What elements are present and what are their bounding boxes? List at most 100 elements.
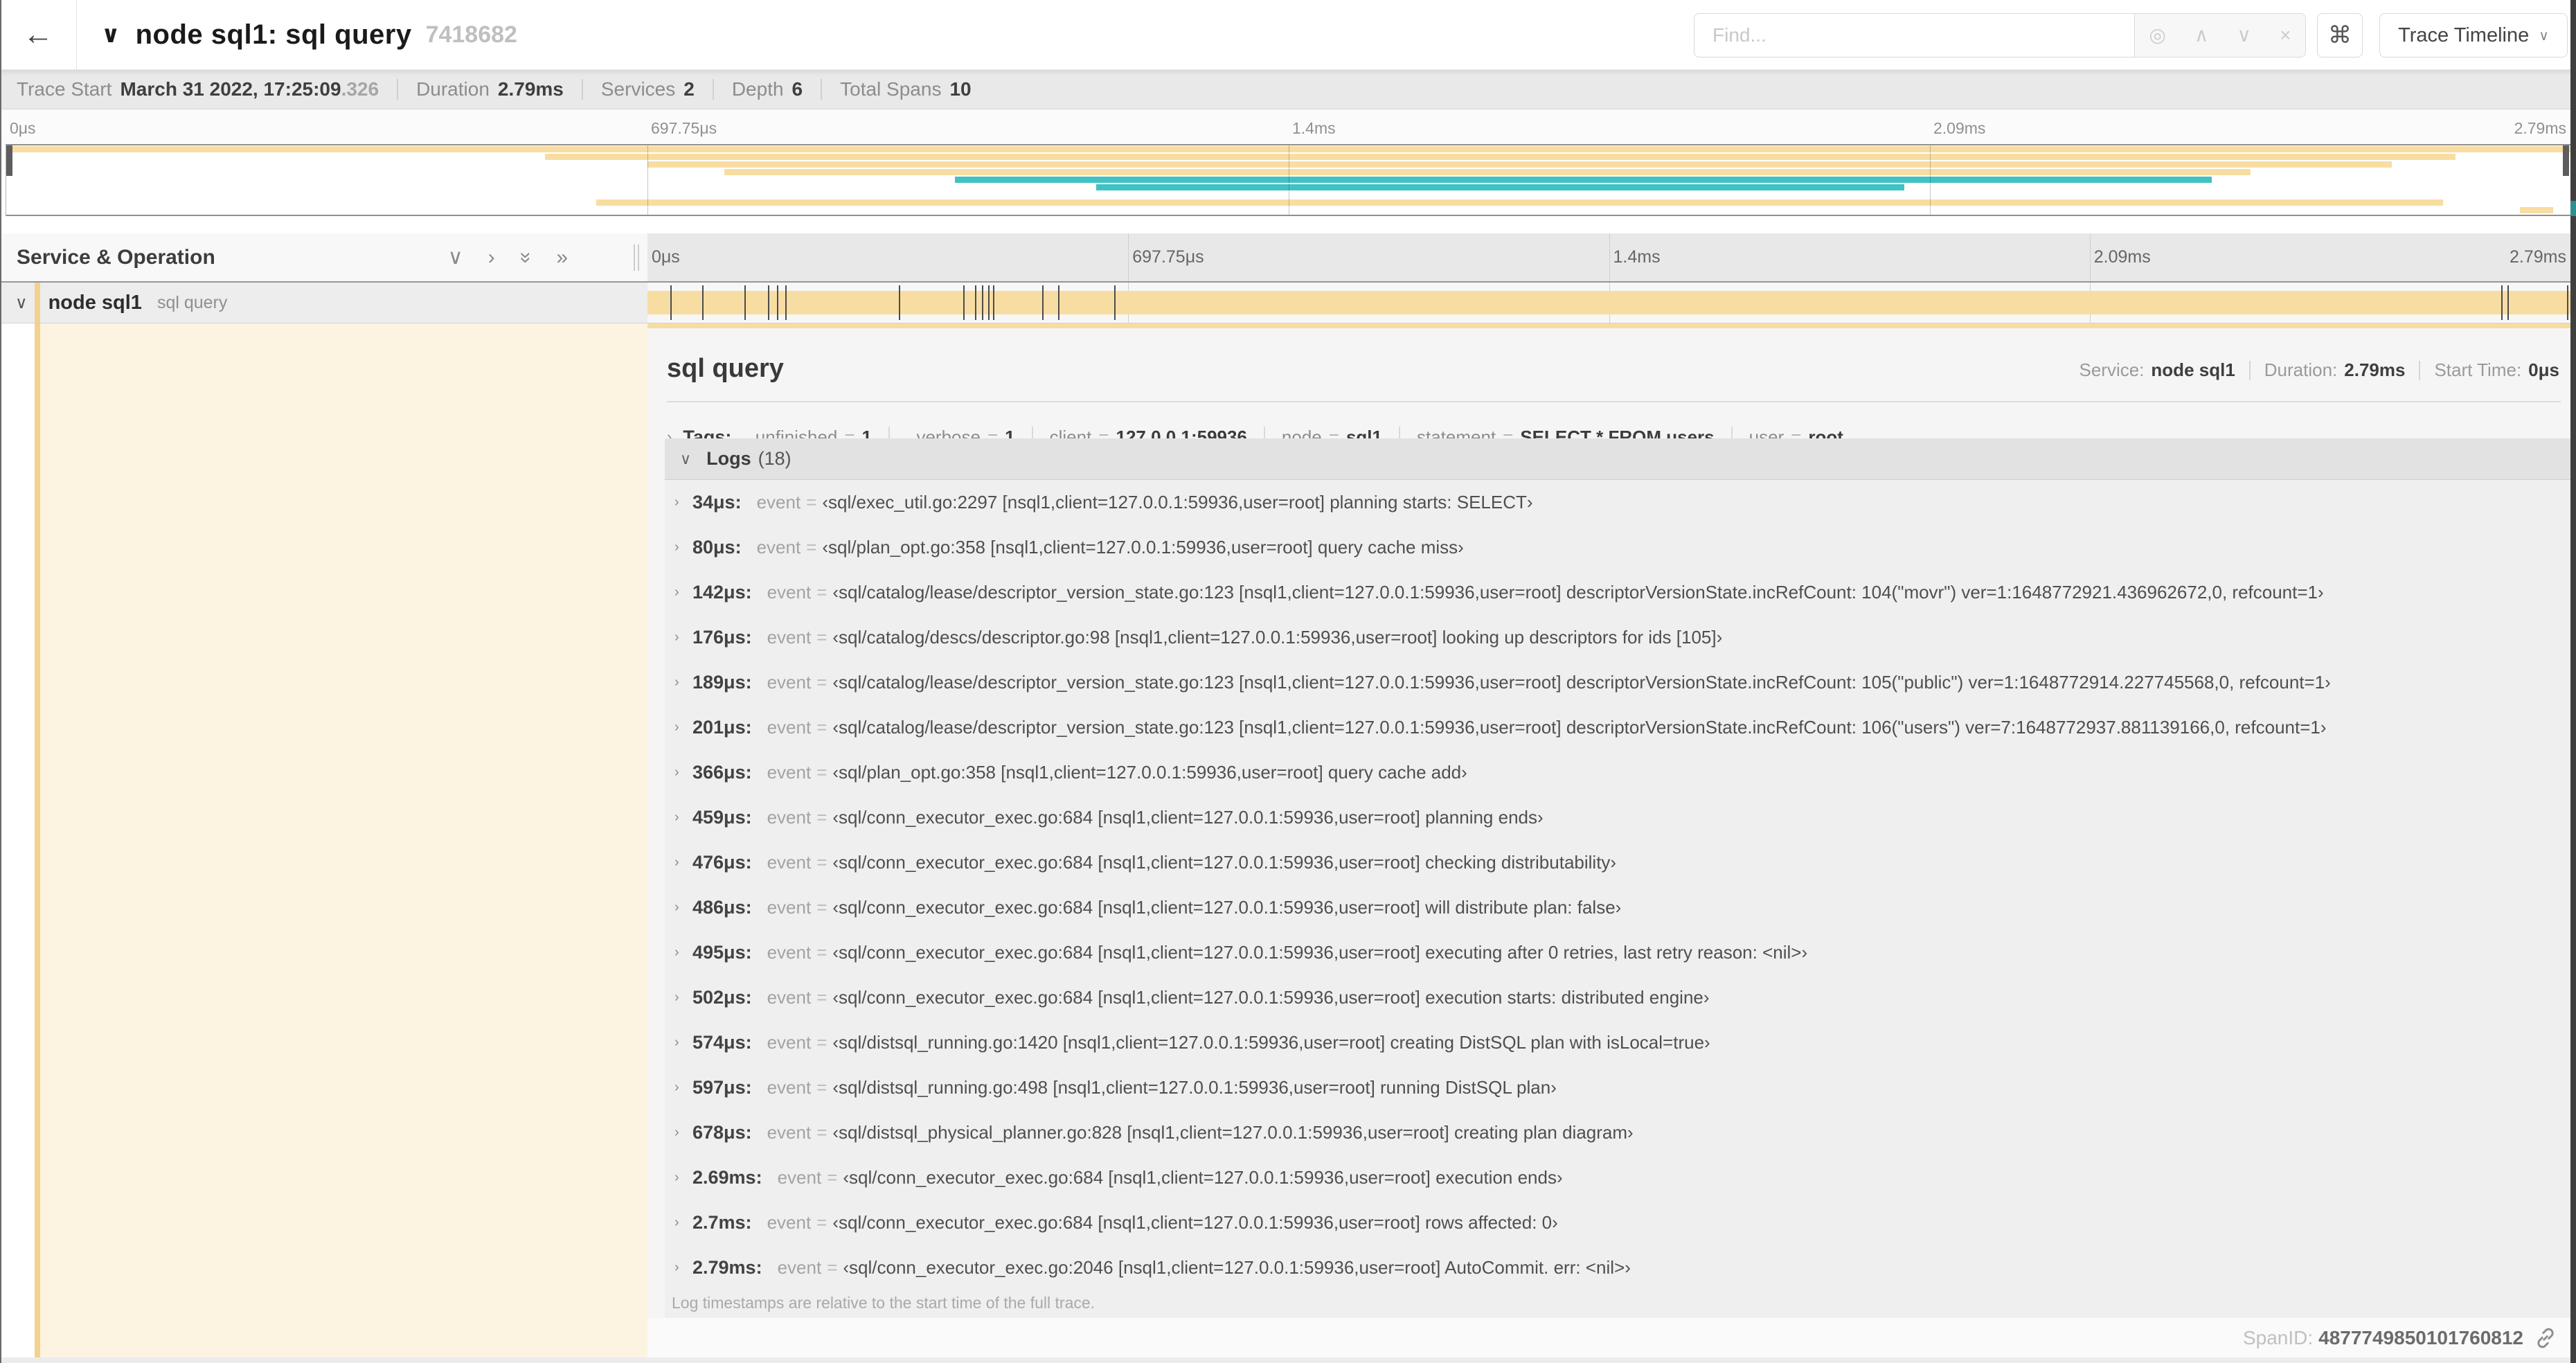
back-button[interactable]: ← [0, 0, 77, 69]
logs-header[interactable]: ∨ Logs (18) [665, 438, 2570, 480]
detail-meta-item: Service: node sql1 [2079, 359, 2235, 380]
log-equals: = [816, 1077, 828, 1098]
log-timestamp: 678μs: [692, 1122, 752, 1143]
title-wrap: ∨ node sql1: sql query 7418682 [101, 0, 517, 69]
log-marker [1113, 285, 1116, 320]
log-field-value: ‹sql/catalog/descs/descriptor.go:98 [nsq… [832, 627, 1723, 648]
timeline-gridline [2089, 233, 2091, 281]
log-field-value: ‹sql/plan_opt.go:358 [nsql1,client=127.0… [822, 537, 1464, 558]
trace-info-item: Duration 2.79ms [416, 78, 564, 100]
log-entry-row[interactable]: › 201μs: event = ‹sql/catalog/lease/desc… [665, 705, 2570, 750]
clear-search-icon[interactable]: × [2280, 26, 2291, 45]
trace-info-bar: Trace Start March 31 2022, 17:25:09.326 Du… [0, 69, 2576, 109]
log-marker [768, 285, 770, 320]
minimap-canvas[interactable] [6, 144, 2572, 216]
trace-view-select[interactable]: Trace Timeline ∨ [2379, 13, 2568, 57]
log-timestamp: 176μs: [692, 627, 752, 648]
timeline-gridline [1128, 233, 1129, 281]
log-entry-row[interactable]: › 176μs: event = ‹sql/catalog/descs/desc… [665, 615, 2570, 660]
log-field-value: ‹sql/conn_executor_exec.go:684 [nsql1,cl… [832, 897, 1622, 918]
minimap-span-bar [1096, 184, 1904, 190]
chevron-right-icon: › [674, 630, 679, 645]
collapse-all-icon[interactable]: » [515, 251, 537, 263]
log-entry-row[interactable]: › 574μs: event = ‹sql/distsql_running.go… [665, 1020, 2570, 1065]
log-marker [2501, 285, 2503, 320]
log-field-key: event [767, 942, 812, 963]
log-entry-row[interactable]: › 2.7ms: event = ‹sql/conn_executor_exec… [665, 1200, 2570, 1245]
expand-one-icon[interactable]: › [488, 247, 495, 268]
minimap-left-drag-handle[interactable] [6, 145, 12, 176]
span-row-timeline-cell[interactable] [647, 283, 2570, 323]
chevron-right-icon: › [674, 585, 679, 600]
log-entry-row[interactable]: › 189μs: event = ‹sql/catalog/lease/desc… [665, 660, 2570, 705]
spanid-label: SpanID: [2242, 1326, 2314, 1348]
divider [667, 401, 2561, 402]
log-entry-row[interactable]: › 597μs: event = ‹sql/distsql_running.go… [665, 1065, 2570, 1110]
deep-link-icon[interactable] [2534, 1327, 2557, 1349]
span-duration-bar[interactable] [647, 291, 2570, 314]
logs-list: › 34μs: event = ‹sql/exec_util.go:2297 [… [665, 480, 2570, 1318]
service-color-bar [35, 323, 40, 1357]
service-operation-title: Service & Operation [17, 245, 215, 269]
span-row-name-cell[interactable]: ∨ node sql1 sql query [0, 283, 647, 323]
minimap-gridline [647, 145, 648, 215]
log-entry-row[interactable]: › 502μs: event = ‹sql/conn_executor_exec… [665, 975, 2570, 1020]
column-resizer-handle[interactable] [634, 244, 639, 271]
log-field-value: ‹sql/distsql_running.go:1420 [nsql1,clie… [832, 1032, 1710, 1053]
trace-timeline-page: ← ∨ node sql1: sql query 7418682 ◎∧∨× ⌘ … [0, 0, 2576, 1363]
log-equals: = [816, 1032, 828, 1053]
log-equals: = [816, 897, 828, 918]
log-field-key: event [767, 672, 812, 693]
log-entry-row[interactable]: › 366μs: event = ‹sql/plan_opt.go:358 [n… [665, 750, 2570, 795]
keyboard-shortcuts-button[interactable]: ⌘ [2317, 13, 2363, 57]
next-result-icon[interactable]: ∨ [2237, 26, 2252, 45]
log-field-value: ‹sql/conn_executor_exec.go:684 [nsql1,cl… [832, 852, 1617, 873]
title-chevron-down-icon[interactable]: ∨ [101, 21, 120, 48]
log-timestamp: 486μs: [692, 897, 752, 918]
log-entry-row[interactable]: › 495μs: event = ‹sql/conn_executor_exec… [665, 930, 2570, 975]
find-input[interactable] [1694, 13, 2135, 57]
log-entry-row[interactable]: › 34μs: event = ‹sql/exec_util.go:2297 [… [665, 480, 2570, 525]
span-detail-panel: sql query Service: node sql1 Duration: 2.79… [647, 323, 2570, 1319]
log-field-key: event [767, 987, 812, 1008]
log-equals: = [806, 492, 817, 513]
axis-tick-label: 0μs [10, 119, 36, 137]
locate-icon[interactable]: ◎ [2149, 26, 2166, 45]
chevron-right-icon: › [674, 990, 679, 1005]
span-row[interactable]: ∨ node sql1 sql query [0, 283, 2576, 323]
collapse-one-icon[interactable]: ∨ [448, 247, 463, 268]
span-collapse-chevron-down-icon[interactable]: ∨ [15, 293, 28, 313]
axis-tick-label: 2.09ms [2093, 247, 2151, 267]
log-field-key: event [767, 627, 812, 648]
log-entry-row[interactable]: › 486μs: event = ‹sql/conn_executor_exec… [665, 885, 2570, 930]
log-entry-row[interactable]: › 678μs: event = ‹sql/distsql_physical_p… [665, 1110, 2570, 1155]
chevron-right-icon: › [674, 1125, 679, 1140]
minimap-span-bar [596, 199, 2443, 206]
logs-accordion: ∨ Logs (18) › 34μs: event = ‹sql/exec_ut… [665, 438, 2570, 1318]
chevron-right-icon: › [674, 765, 679, 780]
log-entry-row[interactable]: › 2.79ms: event = ‹sql/conn_executor_exe… [665, 1245, 2570, 1290]
log-entry-row[interactable]: › 80μs: event = ‹sql/plan_opt.go:358 [ns… [665, 525, 2570, 570]
axis-tick-label: 2.79ms [2510, 247, 2566, 267]
log-marker [744, 285, 746, 320]
minimap-right-drag-handle[interactable] [2563, 145, 2569, 176]
log-timestamp: 189μs: [692, 672, 752, 693]
log-entry-row[interactable]: › 476μs: event = ‹sql/conn_executor_exec… [665, 840, 2570, 885]
expand-all-icon[interactable]: » [556, 247, 568, 268]
scrollbar-marker [2570, 201, 2576, 216]
log-entry-row[interactable]: › 459μs: event = ‹sql/conn_executor_exec… [665, 795, 2570, 840]
trace-info-item: Services 2 [600, 78, 695, 100]
span-detail-title: sql query [667, 354, 784, 383]
prev-result-icon[interactable]: ∧ [2194, 26, 2209, 45]
log-field-value: ‹sql/exec_util.go:2297 [nsql1,client=127… [822, 492, 1533, 513]
log-marker [1042, 285, 1044, 320]
chevron-right-icon: › [674, 1080, 679, 1095]
chevron-right-icon: › [674, 1260, 679, 1275]
header: ← ∨ node sql1: sql query 7418682 ◎∧∨× ⌘ … [0, 0, 2576, 70]
log-entry-row[interactable]: › 2.69ms: event = ‹sql/conn_executor_exe… [665, 1155, 2570, 1200]
trace-info-item: Trace Start March 31 2022, 17:25:09.326 [17, 78, 379, 100]
log-equals: = [816, 1212, 828, 1233]
window-scrollbar[interactable] [2570, 0, 2576, 1363]
log-entry-row[interactable]: › 142μs: event = ‹sql/catalog/lease/desc… [665, 570, 2570, 615]
log-field-value: ‹sql/catalog/lease/descriptor_version_st… [832, 582, 2324, 603]
